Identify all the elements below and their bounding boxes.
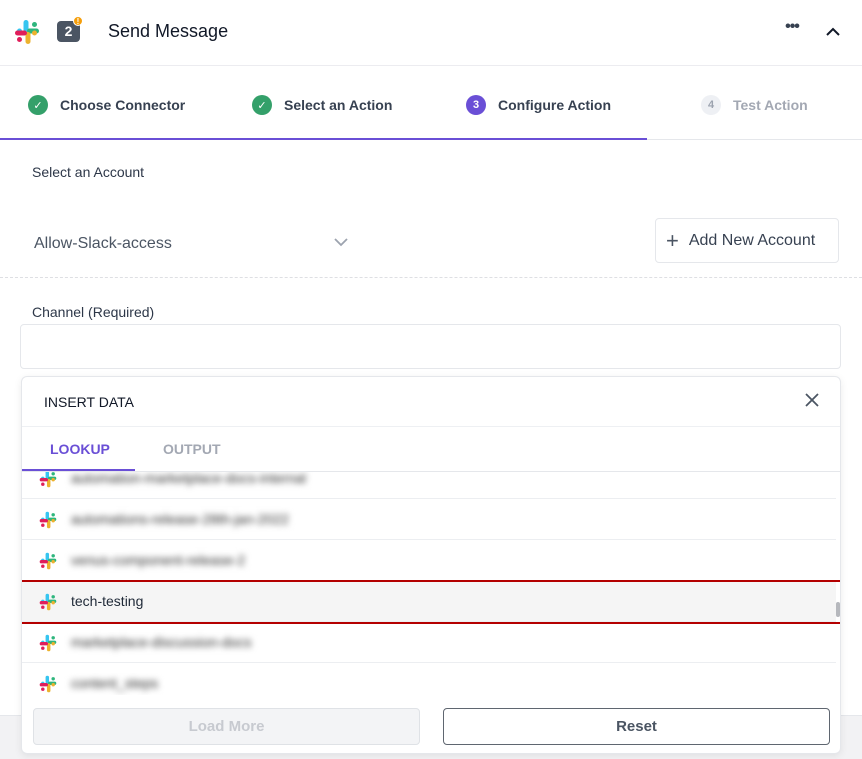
more-options-button[interactable]: ••• <box>780 19 804 40</box>
add-new-account-button[interactable]: + Add New Account <box>655 218 839 263</box>
list-item[interactable]: automation-marketplace-docs-internal <box>22 472 836 499</box>
account-selected-value: Allow-Slack-access <box>34 235 172 252</box>
slack-channel-icon <box>39 511 57 529</box>
step-label: Choose Connector <box>60 97 186 113</box>
step-label: Configure Action <box>498 97 612 113</box>
list-item[interactable]: tech-testing <box>22 581 836 622</box>
warning-icon: ! <box>73 16 83 26</box>
reset-button[interactable]: Reset <box>443 708 830 745</box>
step-select-action[interactable]: ✓ Select an Action <box>252 95 392 115</box>
chevron-up-icon[interactable] <box>823 22 843 42</box>
slack-channel-icon <box>39 634 57 652</box>
add-new-account-label: Add New Account <box>688 231 816 249</box>
list-item[interactable]: content_steps <box>22 663 836 695</box>
list-item-label: tech-testing <box>71 593 144 609</box>
section-divider <box>0 277 862 278</box>
list-item-label: content_steps <box>71 675 159 691</box>
scrollbar-thumb[interactable] <box>836 602 840 617</box>
step-label: Test Action <box>733 97 808 113</box>
step-label: Select an Action <box>284 97 393 113</box>
close-icon[interactable] <box>802 390 822 410</box>
channel-label: Channel (Required) <box>32 304 155 320</box>
check-icon: ✓ <box>28 95 48 115</box>
account-label: Select an Account <box>32 164 145 180</box>
step-number: 4 <box>701 95 721 115</box>
step-progress: ✓ Choose Connector ✓ Select an Action 3 … <box>0 66 862 140</box>
chevron-down-icon <box>334 238 348 247</box>
insert-data-popover: INSERT DATA LOOKUP OUTPUT automation-mar… <box>21 376 841 754</box>
page-title: Send Message <box>108 21 229 41</box>
lookup-list: automation-marketplace-docs-internal auto… <box>22 472 840 695</box>
list-item[interactable]: marketplace-discussion-docs <box>22 622 836 663</box>
list-item-label: marketplace-discussion-docs <box>71 634 252 650</box>
slack-channel-icon <box>39 593 57 611</box>
step-choose-connector[interactable]: ✓ Choose Connector <box>28 95 185 115</box>
list-item-label: automations-release-28th-jan-2022 <box>71 511 289 527</box>
step-test-action[interactable]: 4 Test Action <box>701 95 808 115</box>
list-item-label: automation-marketplace-docs-internal <box>71 472 306 486</box>
list-item[interactable]: automations-release-28th-jan-2022 <box>22 499 836 540</box>
channel-input[interactable] <box>20 324 841 369</box>
divider <box>22 426 840 427</box>
active-step-indicator <box>0 138 647 140</box>
check-icon: ✓ <box>252 95 272 115</box>
slack-channel-icon <box>39 472 57 488</box>
popover-title: INSERT DATA <box>44 394 134 410</box>
tab-lookup[interactable]: LOOKUP <box>50 441 110 457</box>
slack-channel-icon <box>39 552 57 570</box>
list-item-label: venus-component-release-2 <box>71 552 246 568</box>
account-select[interactable]: Allow-Slack-access <box>20 222 360 264</box>
slack-logo-icon <box>15 20 39 44</box>
step-number: 3 <box>466 95 486 115</box>
list-item[interactable]: venus-component-release-2 <box>22 540 836 581</box>
step-configure-action[interactable]: 3 Configure Action <box>466 95 611 115</box>
tab-output[interactable]: OUTPUT <box>163 441 221 457</box>
plus-icon: + <box>666 227 679 253</box>
slack-channel-icon <box>39 675 57 693</box>
load-more-button[interactable]: Load More <box>33 708 420 745</box>
panel-header: 2 ! Send Message ••• <box>0 0 862 66</box>
